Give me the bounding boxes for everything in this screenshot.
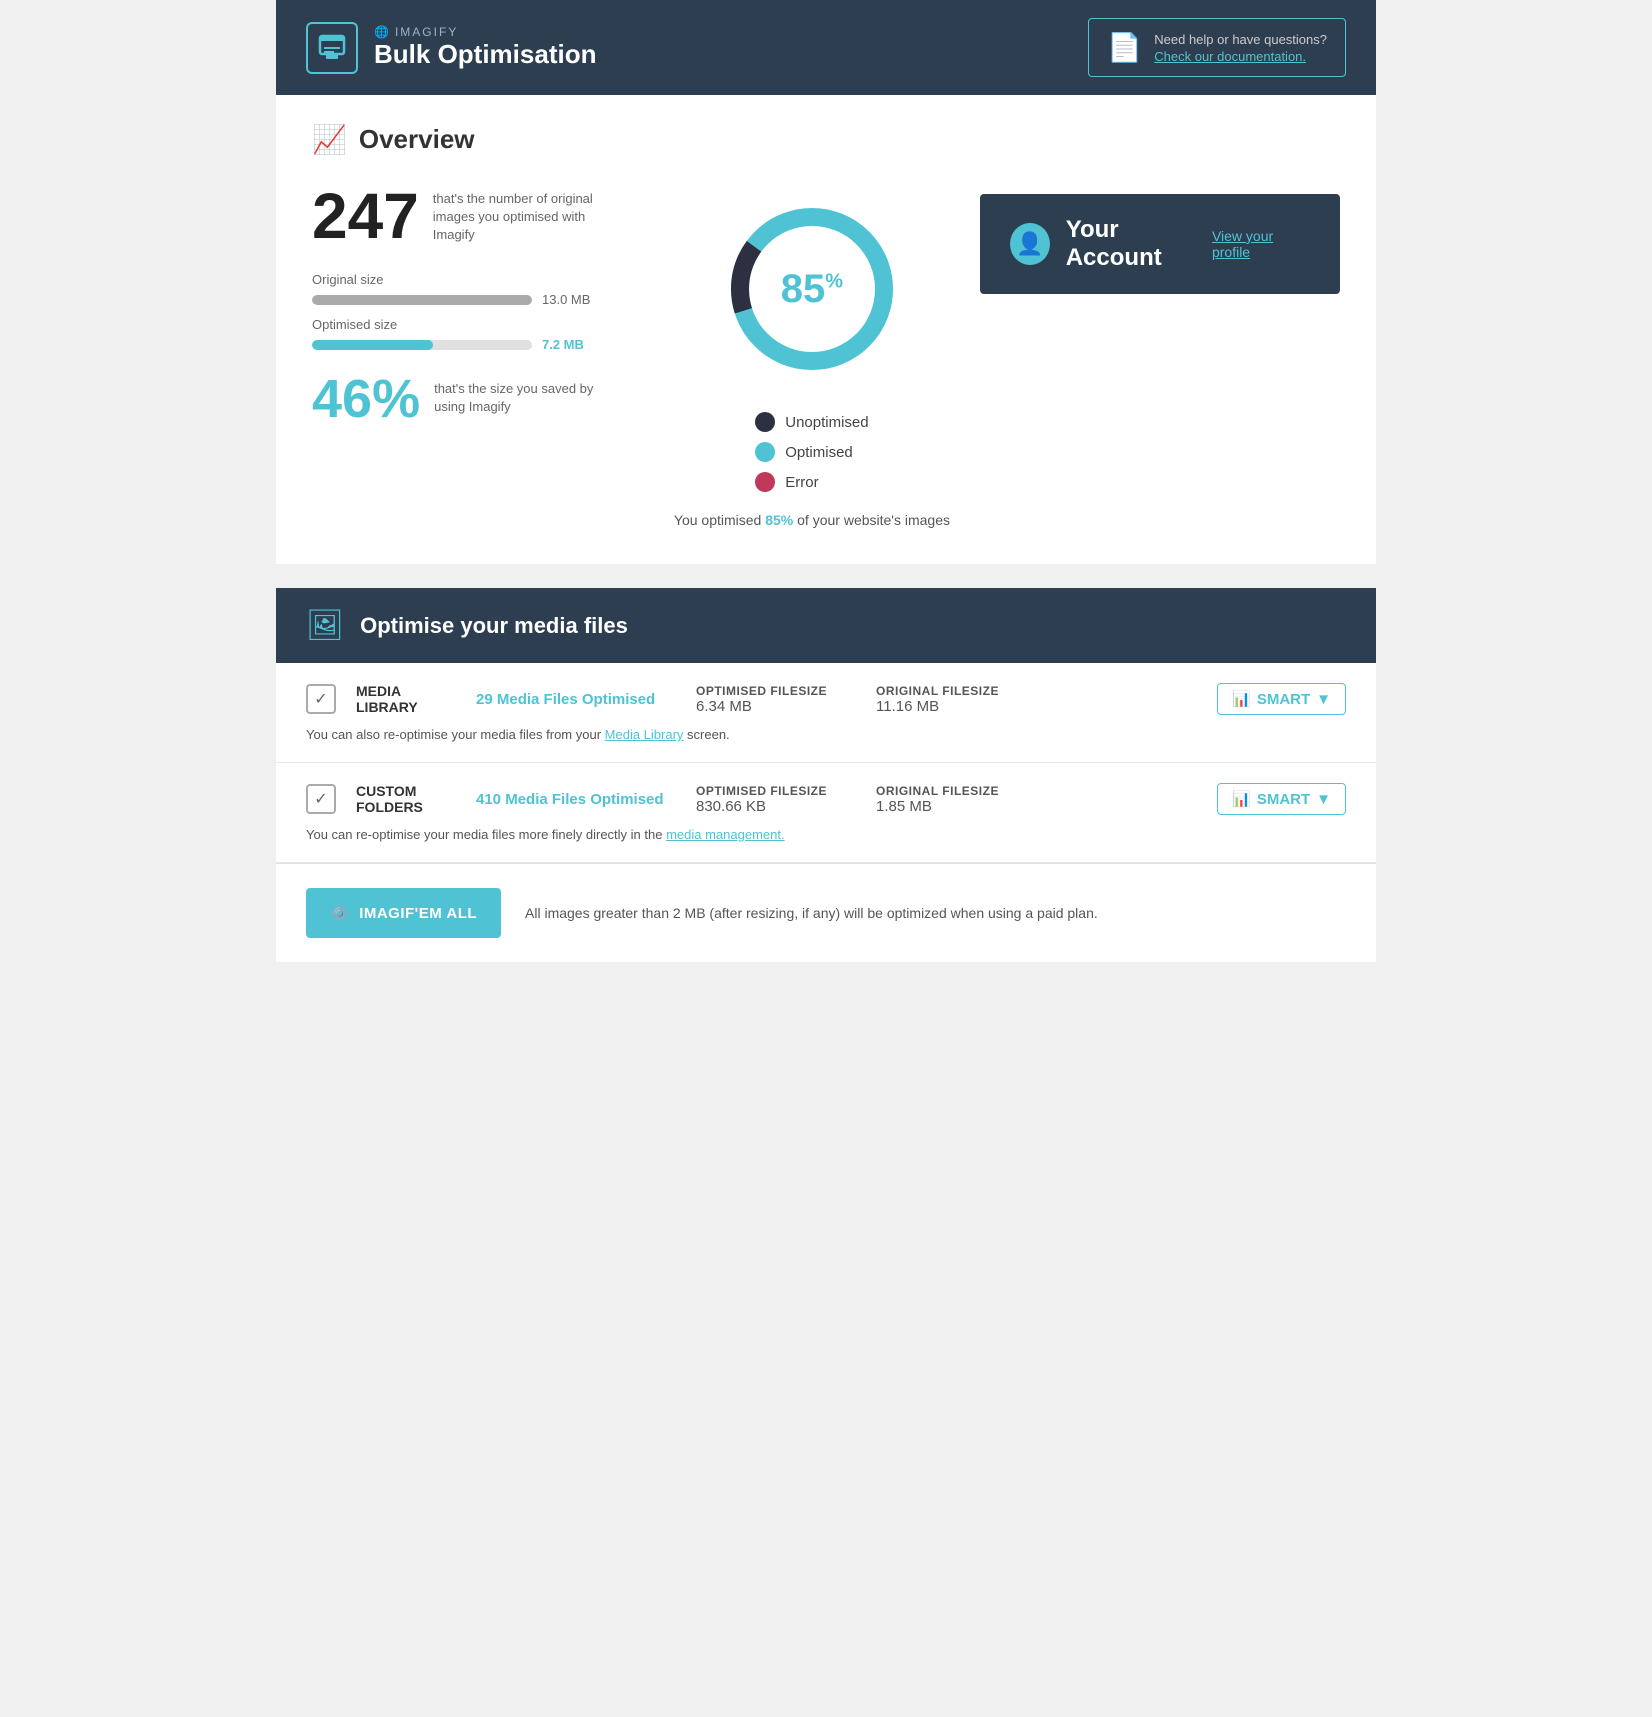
page-title: Bulk Optimisation xyxy=(374,39,596,70)
savings-row: 46% that's the size you saved by using I… xyxy=(312,372,644,426)
original-size-track xyxy=(312,295,532,305)
original-size-label: Original size xyxy=(312,272,644,287)
legend-optimised-label: Optimised xyxy=(785,444,853,461)
optimised-stat-value: 6.34 MB xyxy=(696,698,856,715)
legend-error: Error xyxy=(755,472,818,492)
cf-original-stat-label: ORIGINAL FILESIZE xyxy=(876,784,1036,798)
account-panel: 👤 Your Account View your profile xyxy=(980,184,1340,528)
optimised-size-bar-row: 7.2 MB xyxy=(312,337,644,352)
legend: Unoptimised Optimised Error xyxy=(755,412,868,492)
cf-original-stat-value: 1.85 MB xyxy=(876,798,1036,815)
smart-dropdown-icon: ▼ xyxy=(1316,691,1331,708)
header: 🌐 IMAGIFY Bulk Optimisation 📄 Need help … xyxy=(276,0,1376,95)
media-section: 🖼 Optimise your media files ✓ MEDIALIBRA… xyxy=(276,588,1376,962)
media-library-main: ✓ MEDIALIBRARY 29 Media Files Optimised … xyxy=(306,683,1346,715)
help-box: 📄 Need help or have questions? Check our… xyxy=(1088,18,1346,77)
donut-percent-label: 85% xyxy=(781,269,843,309)
optimised-size-value: 7.2 MB xyxy=(542,337,584,352)
savings-desc: that's the size you saved by using Imagi… xyxy=(434,380,594,416)
unoptimised-dot xyxy=(755,412,775,432)
section-separator xyxy=(276,564,1376,588)
imagifem-all-button[interactable]: ⚙️ IMAGIF'EM ALL xyxy=(306,888,501,938)
help-icon: 📄 xyxy=(1107,31,1142,64)
main-content: 📈 Overview 247 that's the number of orig… xyxy=(276,95,1376,962)
custom-folders-original-stat: ORIGINAL FILESIZE 1.85 MB xyxy=(876,784,1036,815)
spacer-1 xyxy=(276,528,1376,564)
cf-smart-bars-icon: 📊 xyxy=(1232,790,1251,808)
help-text: Need help or have questions? xyxy=(1154,32,1327,47)
images-count: 247 xyxy=(312,184,419,248)
your-account-box: 👤 Your Account View your profile xyxy=(980,194,1340,294)
globe-icon: 🌐 xyxy=(374,25,391,39)
optimised-summary: You optimised 85% of your website's imag… xyxy=(674,512,950,528)
media-library-note: You can also re-optimise your media file… xyxy=(306,727,1346,742)
media-library-optimised-stat: OPTIMISED FILESIZE 6.34 MB xyxy=(696,684,856,715)
custom-folders-main: ✓ CUSTOMFOLDERS 410 Media Files Optimise… xyxy=(306,783,1346,815)
overview-account-row: 247 that's the number of original images… xyxy=(276,184,1376,528)
donut-chart: 85% xyxy=(717,194,907,384)
custom-folders-note: You can re-optimise your media files mor… xyxy=(306,827,1346,842)
account-avatar: 👤 xyxy=(1010,223,1050,265)
media-library-link[interactable]: Media Library xyxy=(605,727,684,742)
brand-name: 🌐 IMAGIFY xyxy=(374,25,596,39)
account-left: 👤 Your Account xyxy=(1010,216,1212,272)
custom-folders-optimised-stat: OPTIMISED FILESIZE 830.66 KB xyxy=(696,784,856,815)
overview-icon: 📈 xyxy=(312,123,347,156)
legend-optimised: Optimised xyxy=(755,442,853,462)
original-stat-value: 11.16 MB xyxy=(876,698,1036,715)
error-dot xyxy=(755,472,775,492)
legend-unoptimised: Unoptimised xyxy=(755,412,868,432)
docs-link[interactable]: Check our documentation. xyxy=(1154,49,1327,64)
savings-percent: 46% xyxy=(312,372,420,426)
overview-stats: 247 that's the number of original images… xyxy=(312,184,644,528)
legend-unoptimised-label: Unoptimised xyxy=(785,414,868,431)
optimised-dot xyxy=(755,442,775,462)
cf-optimised-stat-value: 830.66 KB xyxy=(696,798,856,815)
logo-icon xyxy=(306,22,358,74)
media-section-header: 🖼 Optimise your media files xyxy=(276,588,1376,663)
optimised-size-fill xyxy=(312,340,433,350)
header-brand: 🌐 IMAGIFY Bulk Optimisation xyxy=(374,25,596,70)
smart-bars-icon: 📊 xyxy=(1232,690,1251,708)
overview-header-row: 📈 Overview xyxy=(276,95,1376,156)
optimised-size-label: Optimised size xyxy=(312,317,644,332)
custom-folders-name: CUSTOMFOLDERS xyxy=(356,783,456,815)
media-library-original-stat: ORIGINAL FILESIZE 11.16 MB xyxy=(876,684,1036,715)
media-library-name: MEDIALIBRARY xyxy=(356,683,456,715)
media-management-link[interactable]: media management. xyxy=(666,827,785,842)
bottom-section: ⚙️ IMAGIF'EM ALL All images greater than… xyxy=(276,863,1376,962)
custom-folders-smart-button[interactable]: 📊 SMART ▼ xyxy=(1217,783,1346,815)
gear-icon: ⚙️ xyxy=(330,904,349,922)
legend-error-label: Error xyxy=(785,474,818,491)
size-bars: Original size 13.0 MB Optimised size 7.2… xyxy=(312,272,644,352)
help-content: Need help or have questions? Check our d… xyxy=(1154,31,1327,64)
cf-smart-dropdown-icon: ▼ xyxy=(1316,791,1331,808)
original-size-bar-row: 13.0 MB xyxy=(312,292,644,307)
media-library-checkbox[interactable]: ✓ xyxy=(306,684,336,714)
media-library-files: 29 Media Files Optimised xyxy=(476,691,676,708)
original-stat-label: ORIGINAL FILESIZE xyxy=(876,684,1036,698)
original-size-value: 13.0 MB xyxy=(542,292,590,307)
custom-folders-row: ✓ CUSTOMFOLDERS 410 Media Files Optimise… xyxy=(276,763,1376,863)
donut-area: 85% Unoptimised Optimised Error You xyxy=(674,184,950,528)
media-library-smart-button[interactable]: 📊 SMART ▼ xyxy=(1217,683,1346,715)
media-header-icon: 🖼 xyxy=(306,608,344,643)
images-count-row: 247 that's the number of original images… xyxy=(312,184,644,248)
optimised-size-track xyxy=(312,340,532,350)
cf-optimised-stat-label: OPTIMISED FILESIZE xyxy=(696,784,856,798)
header-left: 🌐 IMAGIFY Bulk Optimisation xyxy=(306,22,596,74)
media-header-title: Optimise your media files xyxy=(360,613,628,639)
optimised-stat-label: OPTIMISED FILESIZE xyxy=(696,684,856,698)
account-title: Your Account xyxy=(1066,216,1212,272)
custom-folders-files: 410 Media Files Optimised xyxy=(476,791,676,808)
bottom-note: All images greater than 2 MB (after resi… xyxy=(525,905,1098,921)
custom-folders-checkbox[interactable]: ✓ xyxy=(306,784,336,814)
overview-title: Overview xyxy=(359,124,475,155)
media-library-row: ✓ MEDIALIBRARY 29 Media Files Optimised … xyxy=(276,663,1376,763)
overview-header: 📈 Overview xyxy=(312,123,1340,156)
view-profile-link[interactable]: View your profile xyxy=(1212,228,1310,260)
original-size-fill xyxy=(312,295,532,305)
images-desc: that's the number of original images you… xyxy=(433,190,613,245)
